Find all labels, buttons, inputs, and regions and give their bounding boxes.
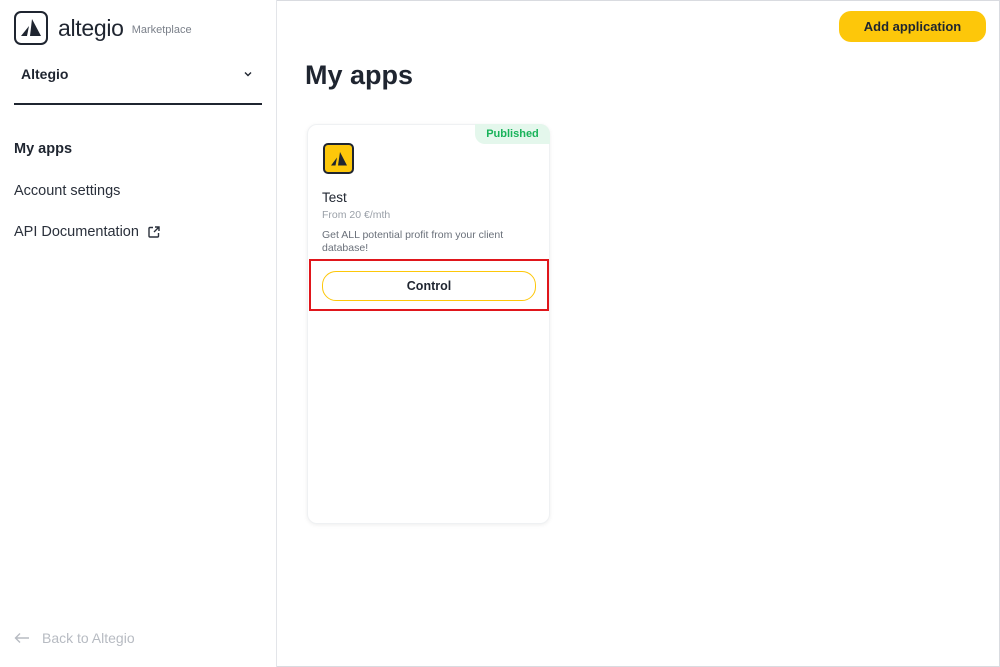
app-logo-icon <box>323 143 354 174</box>
sidebar-item-label: API Documentation <box>14 224 139 240</box>
back-link[interactable]: Back to Altegio <box>14 630 135 646</box>
company-selector[interactable]: Altegio <box>14 58 262 105</box>
sidebar-item-label: My apps <box>14 141 73 157</box>
add-application-button[interactable]: Add application <box>839 11 986 42</box>
company-name: Altegio <box>21 66 69 82</box>
logo-subtitle: Marketplace <box>131 24 192 36</box>
app-card: Published Test From 20 €/mth Get ALL pot… <box>307 124 550 524</box>
status-badge: Published <box>475 124 550 144</box>
app-name: Test <box>322 190 347 205</box>
sidebar-item-account-settings[interactable]: Account settings <box>14 180 161 202</box>
sidebar-item-label: Account settings <box>14 182 121 199</box>
logo-text: altegio <box>58 14 124 41</box>
altegio-logo-icon <box>14 11 48 45</box>
sidebar-item-my-apps[interactable]: My apps <box>14 138 161 160</box>
external-link-icon <box>148 226 160 238</box>
sidebar: altegio Marketplace Altegio My apps Acco… <box>0 0 277 667</box>
arrow-left-icon <box>14 633 29 643</box>
app-price: From 20 €/mth <box>322 209 391 221</box>
brand[interactable]: altegio Marketplace <box>14 11 192 45</box>
sidebar-nav: My apps Account settings API Documentati… <box>14 138 161 263</box>
page-title: My apps <box>305 60 414 90</box>
app-description: Get ALL potential profit from your clien… <box>322 229 504 254</box>
control-button[interactable]: Control <box>322 271 536 301</box>
chevron-down-icon <box>244 72 252 77</box>
sidebar-item-api-documentation[interactable]: API Documentation <box>14 221 161 243</box>
back-link-label: Back to Altegio <box>42 630 135 646</box>
